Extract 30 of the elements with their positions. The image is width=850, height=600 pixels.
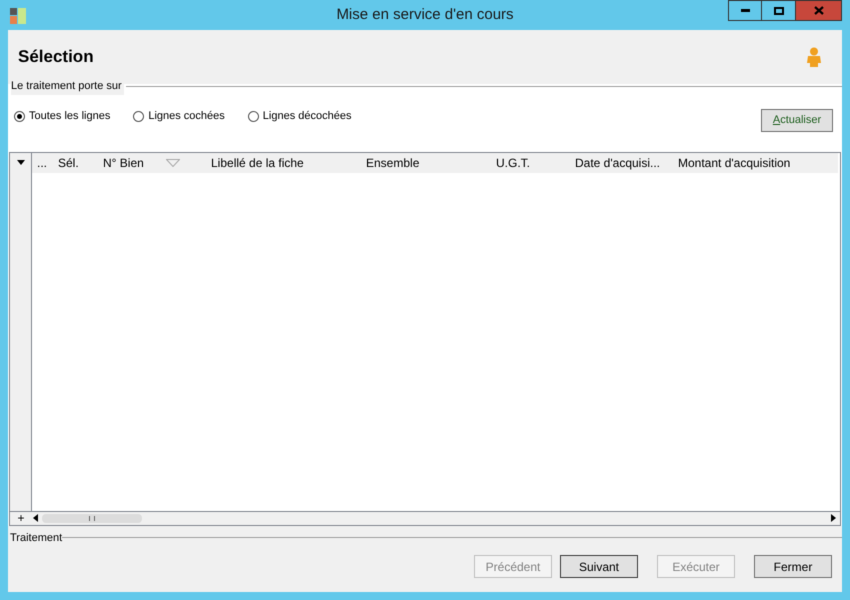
refresh-button[interactable]: Actualiser	[761, 108, 833, 132]
maximize-button[interactable]	[762, 0, 796, 21]
add-row-button[interactable]: +	[10, 512, 32, 524]
scope-radio[interactable]: Lignes cochées	[133, 108, 225, 124]
dropdown-arrow-icon[interactable]	[16, 160, 24, 165]
column-header[interactable]: Date d'acquisi...	[575, 154, 660, 172]
minimize-button[interactable]	[728, 0, 762, 21]
scope-radio[interactable]: Lignes décochées	[248, 108, 352, 124]
scrollbar-thumb[interactable]	[42, 514, 142, 522]
column-header[interactable]: U.G.T.	[496, 154, 530, 172]
window-title: Mise en service d'en cours	[336, 4, 514, 25]
column-header[interactable]: N° Bien	[103, 154, 144, 172]
column-header[interactable]: ...	[37, 154, 48, 172]
page-title: Sélection	[18, 46, 94, 68]
footer-button[interactable]: Suivant	[560, 555, 638, 578]
scope-radio[interactable]: Toutes les lignes	[14, 108, 110, 124]
close-icon	[814, 6, 824, 15]
column-header[interactable]: Montant d'acquisition	[678, 154, 790, 172]
radio-circle[interactable]	[14, 110, 25, 122]
footer-button[interactable]: Fermer	[754, 555, 832, 578]
column-header[interactable]: Ensemble	[366, 154, 420, 172]
app-icon	[10, 8, 26, 24]
close-button[interactable]	[796, 0, 842, 21]
column-header[interactable]: Sél.	[58, 154, 79, 172]
section-label: Traitement	[10, 530, 62, 546]
scroll-left-icon[interactable]	[32, 514, 40, 522]
column-header[interactable]: Libellé de la fiche	[211, 154, 304, 172]
scope-label: Le traitement porte sur	[11, 78, 124, 94]
user-icon	[806, 47, 822, 67]
scroll-right-icon[interactable]	[829, 514, 837, 522]
